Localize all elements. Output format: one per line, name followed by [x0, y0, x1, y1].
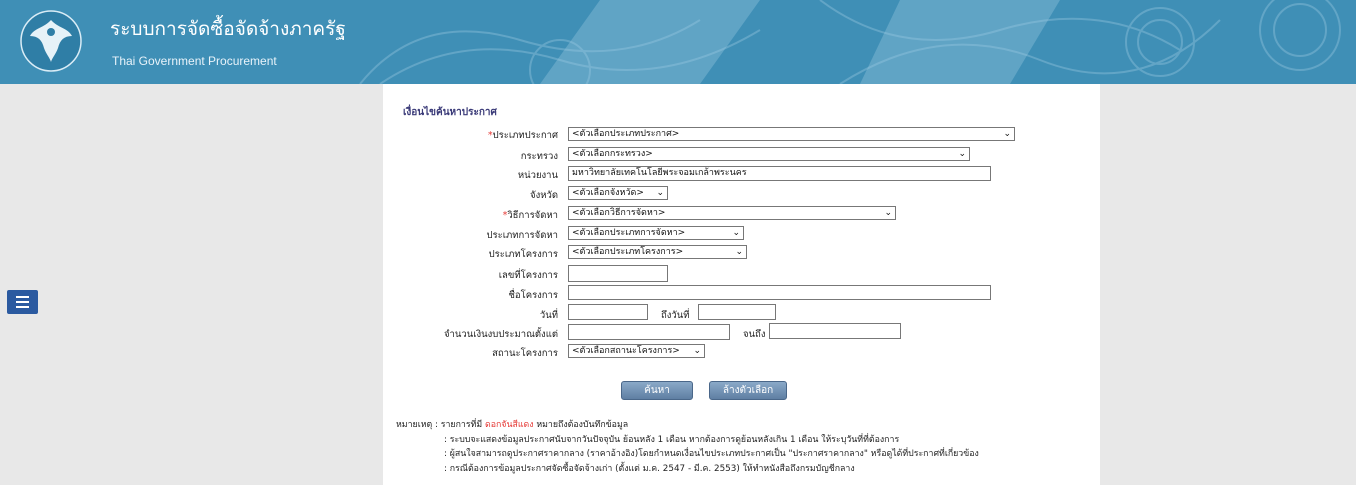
project-status-label: สถานะโครงการ	[492, 348, 558, 359]
ministry-label: กระทรวง	[520, 151, 558, 162]
date-to-input[interactable]	[698, 304, 776, 320]
search-form-panel: เงื่อนไขค้นหาประกาศ *ประเภทประกาศ <ตัวเล…	[383, 84, 1100, 485]
project-name-input[interactable]	[568, 285, 991, 300]
search-button[interactable]: ค้นหา	[621, 381, 693, 400]
province-label: จังหวัด	[530, 190, 558, 201]
procurement-method-label: *วิธีการจัดหา	[502, 210, 558, 221]
project-status-select[interactable]: <ตัวเลือกสถานะโครงการ> ⌄	[568, 344, 705, 358]
hamburger-menu-icon[interactable]	[7, 290, 38, 314]
chevron-down-icon: ⌄	[656, 188, 664, 198]
left-sidebar	[0, 84, 383, 485]
date-from-label: วันที่	[539, 310, 558, 321]
clear-button[interactable]: ล้างตัวเลือก	[709, 381, 787, 400]
chevron-down-icon: ⌄	[958, 149, 966, 159]
budget-to-label: จนถึง	[743, 329, 766, 340]
project-number-label: เลขที่โครงการ	[498, 270, 558, 281]
note-line-2: : ผู้สนใจสามารถดูประกาศราคากลาง (ราคาอ้า…	[444, 449, 979, 459]
notes-header: หมายเหตุ : รายการที่มี ดอกจันสีแดง หมายถ…	[396, 420, 629, 430]
budget-to-input[interactable]	[769, 323, 901, 339]
announcement-type-label: *ประเภทประกาศ	[487, 130, 558, 141]
required-note-highlight: ดอกจันสีแดง	[484, 420, 534, 430]
project-type-select[interactable]: <ตัวเลือกประเภทโครงการ> ⌄	[568, 245, 747, 259]
chevron-down-icon: ⌄	[693, 346, 701, 356]
budget-from-input[interactable]	[568, 324, 730, 340]
site-title-english: Thai Government Procurement	[112, 54, 277, 68]
project-type-label: ประเภทโครงการ	[488, 249, 558, 260]
procurement-type-label: ประเภทการจัดหา	[486, 230, 558, 241]
chevron-down-icon: ⌄	[1003, 129, 1011, 139]
province-select[interactable]: <ตัวเลือกจังหวัด> ⌄	[568, 186, 668, 200]
note-line-1: : ระบบจะแสดงข้อมูลประกาศนับจากวันปัจจุบั…	[444, 434, 900, 445]
agency-input[interactable]: มหาวิทยาลัยเทคโนโลยีพระจอมเกล้าพระนคร	[568, 166, 991, 181]
procurement-method-select[interactable]: <ตัวเลือกวิธีการจัดหา> ⌄	[568, 206, 896, 220]
announcement-type-select[interactable]: <ตัวเลือกประเภทประกาศ> ⌄	[568, 127, 1015, 141]
garuda-seal-icon	[20, 10, 82, 72]
notes-section: หมายเหตุ : รายการที่มี ดอกจันสีแดง หมายถ…	[396, 418, 979, 476]
ministry-select[interactable]: <ตัวเลือกกระทรวง> ⌄	[568, 147, 970, 161]
site-title-thai: ระบบการจัดซื้อจัดจ้างภาครัฐ	[110, 18, 346, 40]
project-number-input[interactable]	[568, 265, 668, 282]
chevron-down-icon: ⌄	[884, 208, 892, 218]
date-to-label: ถึงวันที่	[661, 310, 690, 321]
chevron-down-icon: ⌄	[732, 228, 740, 238]
right-sidebar	[1100, 84, 1356, 485]
note-line-3: : กรณีต้องการข้อมูลประกาศจัดซื้อจัดจ้างเ…	[444, 463, 855, 474]
budget-from-label: จำนวนเงินงบประมาณตั้งแต่	[443, 329, 558, 340]
site-header: ระบบการจัดซื้อจัดจ้างภาครัฐ Thai Governm…	[0, 0, 1356, 84]
chevron-down-icon: ⌄	[735, 247, 743, 257]
form-section-title: เงื่อนไขค้นหาประกาศ	[403, 107, 497, 118]
agency-label: หน่วยงาน	[517, 170, 558, 181]
procurement-type-select[interactable]: <ตัวเลือกประเภทการจัดหา> ⌄	[568, 226, 744, 240]
date-from-input[interactable]	[568, 304, 648, 320]
project-name-label: ชื่อโครงการ	[508, 290, 558, 301]
